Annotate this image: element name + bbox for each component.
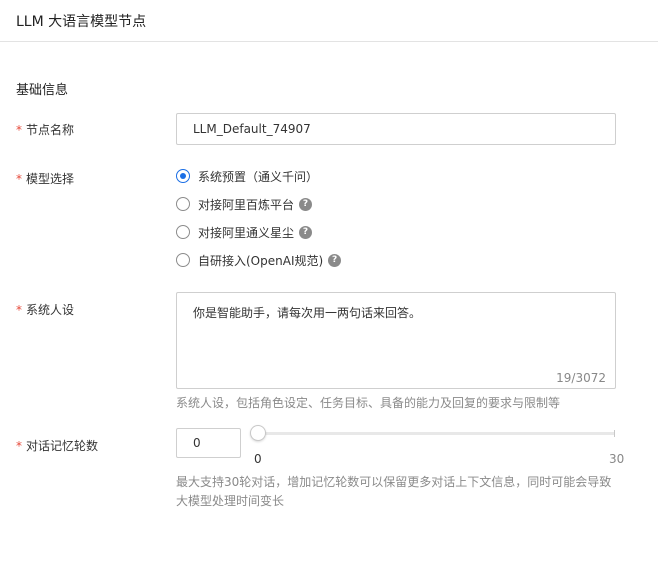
model-option-label: 对接阿里通义星尘 (198, 225, 295, 240)
help-icon[interactable]: ? (299, 225, 313, 239)
memory-rounds-hint-line1: 最大支持30轮对话，增加记忆轮数可以保留更多对话上下文信息，同时可能会导致 (176, 475, 612, 489)
slider-min-label: 0 (254, 452, 262, 466)
model-option-label: 自研接入(OpenAI规范) (198, 253, 324, 268)
radio-checked-icon[interactable] (176, 169, 190, 183)
section-title-basic-info: 基础信息 (16, 83, 69, 98)
model-option-bailian[interactable]: 对接阿里百炼平台 ? (176, 195, 313, 213)
help-icon[interactable]: ? (299, 197, 313, 211)
memory-rounds-label: * 对话记忆轮数 (16, 437, 98, 454)
memory-rounds-hint-line2: 大模型处理时间变长 (176, 494, 285, 508)
memory-rounds-input[interactable]: 0 (176, 428, 241, 458)
system-persona-hint: 系统人设，包括角色设定、任务目标、具备的能力及回复的要求与限制等 (176, 396, 561, 410)
model-option-system-preset[interactable]: 系统预置（通义千问） (176, 167, 318, 185)
memory-rounds-label-text: 对话记忆轮数 (26, 439, 99, 453)
required-mark: * (16, 303, 22, 317)
help-icon[interactable]: ? (328, 253, 342, 267)
required-mark: * (16, 123, 22, 137)
panel-title: LLM 大语言模型节点 (16, 14, 147, 30)
model-select-label: * 模型选择 (16, 170, 74, 187)
radio-unchecked-icon[interactable] (176, 197, 190, 211)
model-option-label: 对接阿里百炼平台 (198, 197, 295, 212)
model-option-label: 系统预置（通义千问） (198, 169, 319, 184)
node-name-label-text: 节点名称 (26, 123, 75, 137)
node-name-label: * 节点名称 (16, 121, 74, 138)
character-counter: 19/3072 (556, 371, 606, 385)
radio-unchecked-icon[interactable] (176, 253, 190, 267)
system-persona-textarea[interactable]: 你是智能助手，请每次用一两句话来回答。 19/3072 (176, 292, 616, 389)
required-mark: * (16, 172, 22, 186)
radio-unchecked-icon[interactable] (176, 225, 190, 239)
slider-end-tick (614, 430, 615, 437)
required-mark: * (16, 439, 22, 453)
memory-rounds-slider-track[interactable] (258, 432, 615, 435)
node-name-input[interactable]: LLM_Default_74907 (176, 113, 616, 145)
model-option-xingchen[interactable]: 对接阿里通义星尘 ? (176, 223, 313, 241)
system-persona-label-text: 系统人设 (26, 303, 75, 317)
panel-header: LLM 大语言模型节点 (0, 0, 658, 42)
model-option-openai[interactable]: 自研接入(OpenAI规范) ? (176, 251, 342, 269)
memory-rounds-slider-thumb[interactable] (250, 425, 266, 441)
system-persona-text: 你是智能助手，请每次用一两句话来回答。 (193, 306, 422, 320)
slider-max-label: 30 (609, 452, 625, 466)
system-persona-label: * 系统人设 (16, 301, 74, 318)
model-select-label-text: 模型选择 (26, 172, 75, 186)
